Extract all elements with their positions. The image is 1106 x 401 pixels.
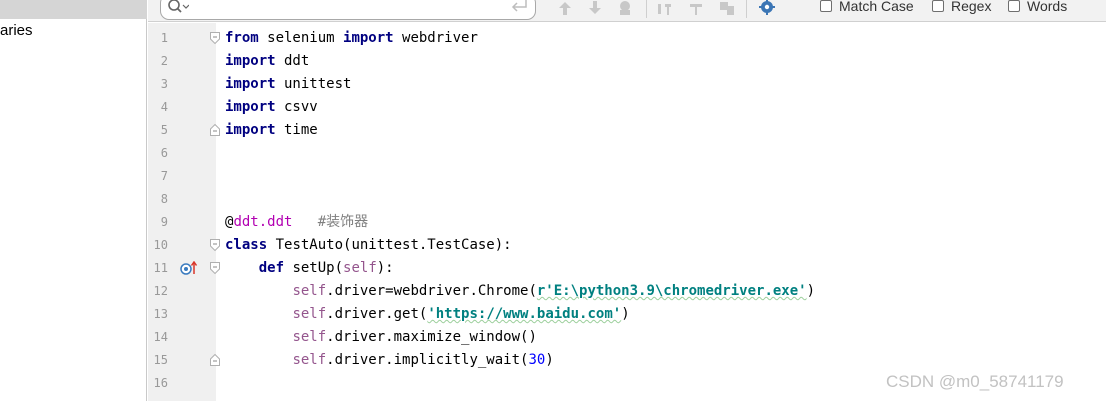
regex-label: Regex <box>951 0 992 14</box>
line-number: 6 <box>160 146 168 160</box>
code-line: from selenium import webdriver <box>225 27 478 50</box>
self-ref: self <box>292 283 327 299</box>
string-literal: r'E:\python3.9\chromedriver.exe' <box>536 283 807 299</box>
checkbox-box[interactable] <box>1008 0 1020 12</box>
code-line: import unittest <box>225 73 351 96</box>
editor-gutter[interactable]: 1 2 3 4 5 6 7 8 9 10 11 12 13 14 15 16 <box>148 23 220 401</box>
code-editor[interactable]: from selenium import webdriver import dd… <box>216 23 866 401</box>
line-number: 5 <box>160 123 168 137</box>
class-declaration: TestAuto(unittest.TestCase): <box>267 237 512 253</box>
search-icon[interactable] <box>167 0 189 14</box>
line-number: 8 <box>160 192 168 206</box>
arrow-up-icon[interactable] <box>556 0 574 16</box>
toolbar-separator <box>646 0 647 18</box>
add-occurrence-icon[interactable] <box>656 0 674 16</box>
code-line: self.driver.maximize_window() <box>225 326 537 349</box>
project-tree-item-label[interactable]: aries <box>0 22 33 39</box>
code-line: def setUp(self): <box>225 257 394 280</box>
remove-occurrence-icon[interactable] <box>688 0 706 16</box>
code-line: import time <box>225 119 318 142</box>
identifier: ddt <box>275 53 310 69</box>
statement: .driver.implicitly_wait( <box>326 352 529 368</box>
keyword: import <box>343 30 394 46</box>
identifier: webdriver <box>393 30 478 46</box>
checkbox-box[interactable] <box>932 0 944 12</box>
find-toolbar: Match Case Regex Words <box>148 0 1106 22</box>
keyword: def <box>258 260 285 276</box>
line-number: 4 <box>160 100 168 114</box>
line-number: 7 <box>160 169 168 183</box>
line-number: 15 <box>153 353 168 367</box>
line-number: 16 <box>153 376 168 390</box>
keyword: import <box>225 122 276 138</box>
checkbox-box[interactable] <box>820 0 832 12</box>
number-literal: 30 <box>528 352 546 368</box>
enter-icon <box>511 0 527 12</box>
code-line: import ddt <box>225 50 309 73</box>
override-marker-icon[interactable] <box>180 261 198 275</box>
line-number: 1 <box>160 31 168 45</box>
punctuation: ) <box>621 306 630 322</box>
module-name: selenium <box>258 30 344 46</box>
words-checkbox[interactable]: Words <box>1008 0 1067 16</box>
search-input[interactable] <box>160 0 536 20</box>
decorator: ddt.ddt <box>233 214 293 230</box>
keyword: import <box>225 76 276 92</box>
line-number: 12 <box>153 284 168 298</box>
line-number: 14 <box>153 330 168 344</box>
punctuation: ): <box>376 260 394 276</box>
line-number: 3 <box>160 77 168 91</box>
match-case-label: Match Case <box>839 0 914 14</box>
identifier: csvv <box>275 99 318 115</box>
line-number: 10 <box>153 238 168 252</box>
code-line: class TestAuto(unittest.TestCase): <box>225 234 512 257</box>
project-tree-selected-row[interactable] <box>0 0 147 19</box>
keyword: class <box>225 237 268 253</box>
line-number: 9 <box>160 215 168 229</box>
string-literal: 'https://www.baidu.com' <box>427 306 622 322</box>
line-number: 11 <box>153 261 168 275</box>
line-number: 2 <box>160 54 168 68</box>
watermark: CSDN @m0_58741179 <box>886 372 1064 391</box>
toolbar-separator <box>746 0 747 18</box>
code-line: self.driver.get('https://www.baidu.com') <box>225 303 630 326</box>
statement: .driver.maximize_window() <box>326 329 537 345</box>
code-line: self.driver.implicitly_wait(30) <box>225 349 554 372</box>
regex-checkbox[interactable]: Regex <box>932 0 991 16</box>
words-label: Words <box>1027 0 1068 14</box>
self-param: self <box>343 260 377 276</box>
self-ref: self <box>292 352 327 368</box>
keyword: import <box>225 99 276 115</box>
identifier: time <box>275 122 318 138</box>
self-ref: self <box>292 329 327 345</box>
punctuation: ) <box>806 283 816 299</box>
code-line: @ddt.ddt #装饰器 <box>225 211 368 234</box>
punctuation: ) <box>545 352 554 368</box>
code-line: import csvv <box>225 96 318 119</box>
project-pane: aries <box>0 0 147 401</box>
line-number: 13 <box>153 307 168 321</box>
select-all-occurrences-icon[interactable] <box>718 0 736 16</box>
code-line: self.driver=webdriver.Chrome(r'E:\python… <box>225 280 815 303</box>
keyword: from <box>225 30 259 46</box>
arrow-down-icon[interactable] <box>586 0 604 16</box>
comment: #装饰器 <box>292 214 369 230</box>
settings-gear-icon[interactable] <box>758 0 776 16</box>
find-all-icon[interactable] <box>617 0 635 16</box>
function-name: setUp( <box>284 260 344 276</box>
keyword: import <box>225 53 276 69</box>
statement: .driver.get( <box>326 306 428 322</box>
statement: .driver=webdriver.Chrome( <box>326 283 537 299</box>
match-case-checkbox[interactable]: Match Case <box>820 0 914 16</box>
identifier: unittest <box>275 76 352 92</box>
self-ref: self <box>292 306 327 322</box>
